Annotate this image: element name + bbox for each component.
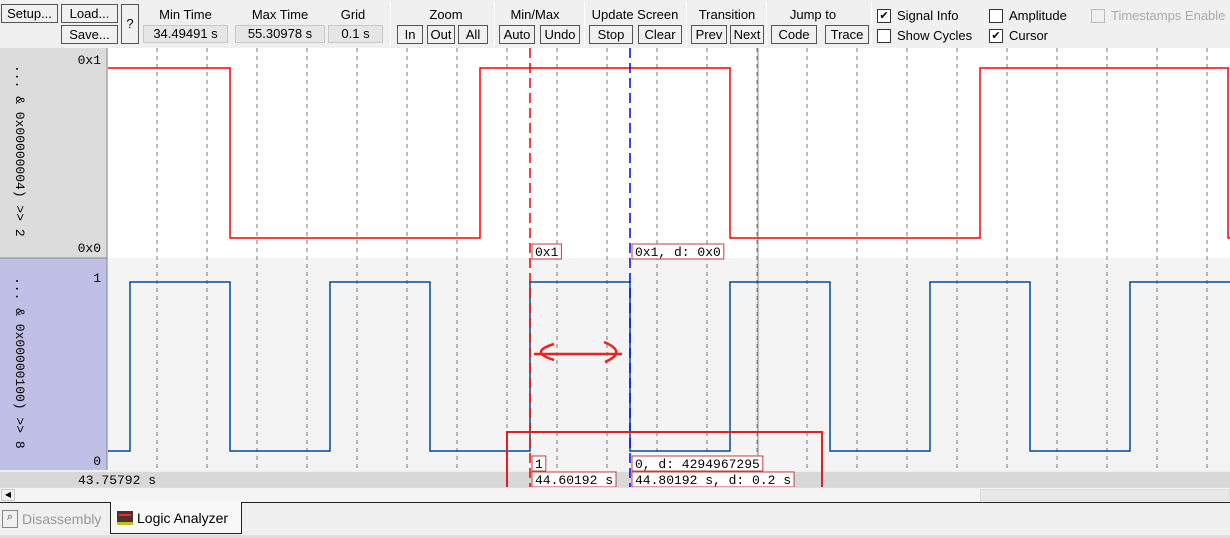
signal-max-label: 0x1 <box>78 53 102 68</box>
cursor-1-time-text: 44.60192 s <box>535 473 613 488</box>
row-background-1 <box>108 48 1230 258</box>
zoom-label: Zoom <box>429 7 463 22</box>
cursor-1-time: 44.60192 s <box>531 471 617 488</box>
undo-button[interactable]: Undo <box>540 25 580 44</box>
clear-button[interactable]: Clear <box>638 25 682 44</box>
cursor-2-time: 44.80192 s, d: 0.2 s <box>631 471 795 488</box>
signal-max-label: 1 <box>93 271 101 286</box>
checkbox-label: Timestamps Enable <box>1111 8 1226 23</box>
checkbox-label: Show Cycles <box>897 28 973 43</box>
prev-button[interactable]: Prev <box>691 25 727 44</box>
signal-name-2: ... & 0x00000100) >> 8 <box>12 277 27 449</box>
cursor-2-value-signal-1: 0x1, d: 0x0 <box>631 243 725 260</box>
logic-analyzer-icon <box>117 510 133 525</box>
cursor-2-value-signal-1-text: 0x1, d: 0x0 <box>635 245 721 260</box>
cursor-2-time-text: 44.80192 s, d: 0.2 s <box>635 473 791 488</box>
max-time-value: 55.30978 s <box>235 25 325 43</box>
checkbox-label: Amplitude <box>1009 8 1067 23</box>
min-time-label: Min Time <box>159 7 212 22</box>
timestamps-enable-checkbox: Timestamps Enable <box>1091 8 1225 23</box>
disassembly-icon: ⌕ <box>2 510 18 528</box>
jump-to-label: Jump to <box>789 7 837 22</box>
cursor-1-value-signal-2-text: 1 <box>535 457 543 472</box>
cursor-1-value-signal-1-text: 0x1 <box>535 245 559 260</box>
auto-button[interactable]: Auto <box>499 25 535 44</box>
show-cycles-checkbox[interactable]: Show Cycles <box>877 28 972 43</box>
save-button[interactable]: Save... <box>61 25 118 44</box>
zoom-out-button[interactable]: Out <box>427 25 455 44</box>
checkbox-box <box>1091 8 1105 23</box>
checkbox-box <box>877 28 891 43</box>
checkbox-label: Cursor <box>1009 28 1049 43</box>
tab-label: Logic Analyzer <box>137 509 229 526</box>
cursor-1-value-signal-2: 1 <box>531 455 547 472</box>
setup-button[interactable]: Setup... <box>1 4 58 23</box>
cursor-1-value-signal-1: 0x1 <box>531 243 562 260</box>
cursor-checkbox[interactable]: ✔ Cursor <box>989 28 1048 43</box>
check-icon: ✔ <box>877 8 891 23</box>
min-time-value: 34.49491 s <box>143 25 228 43</box>
zoom-in-button[interactable]: In <box>397 25 423 44</box>
help-button[interactable]: ? <box>121 4 139 44</box>
zoom-all-button[interactable]: All <box>458 25 488 44</box>
signal-name-1: ... & 0x00000004) >> 2 <box>12 65 27 237</box>
tab-disassembly[interactable]: ⌕ Disassembly <box>2 504 101 534</box>
grid-label: Grid <box>340 7 366 22</box>
stop-button[interactable]: Stop <box>589 25 633 44</box>
load-button[interactable]: Load... <box>61 4 118 23</box>
next-button[interactable]: Next <box>730 25 764 44</box>
checkbox-label: Signal Info <box>897 8 959 23</box>
signal-min-label: 0 <box>93 454 101 469</box>
jump-trace-button[interactable]: Trace <box>825 25 869 44</box>
minmax-label: Min/Max <box>510 7 560 22</box>
update-screen-label: Update Screen <box>591 7 679 22</box>
cursor-2-value-signal-2: 0, d: 4294967295 <box>631 455 764 472</box>
scroll-left-arrow[interactable]: ◀ <box>1 489 15 501</box>
max-time-label: Max Time <box>251 7 309 22</box>
logic-analyzer-plot[interactable]: 0x10x0100x1 0x1, d: 0x01 0, d: 42949672954… <box>0 48 1230 488</box>
transition-label: Transition <box>698 7 756 22</box>
jump-code-button[interactable]: Code <box>771 25 817 44</box>
signal-min-label: 0x0 <box>78 241 101 256</box>
grid-value: 0.1 s <box>328 25 383 43</box>
left-time-label: 43.75792 s <box>78 473 156 488</box>
tab-logic-analyzer[interactable]: Logic Analyzer <box>110 502 242 534</box>
check-icon: ✔ <box>989 28 1003 43</box>
scroll-thumb[interactable] <box>980 489 1230 501</box>
tab-label: Disassembly <box>22 511 102 527</box>
row-background-2 <box>108 258 1230 470</box>
amplitude-checkbox[interactable]: Amplitude <box>989 8 1067 23</box>
cursor-2-value-signal-2-text: 0, d: 4294967295 <box>635 457 760 472</box>
signal-info-checkbox[interactable]: ✔ Signal Info <box>877 8 958 23</box>
horizontal-scrollbar[interactable]: ◀ <box>0 487 1230 502</box>
checkbox-box <box>989 8 1003 23</box>
